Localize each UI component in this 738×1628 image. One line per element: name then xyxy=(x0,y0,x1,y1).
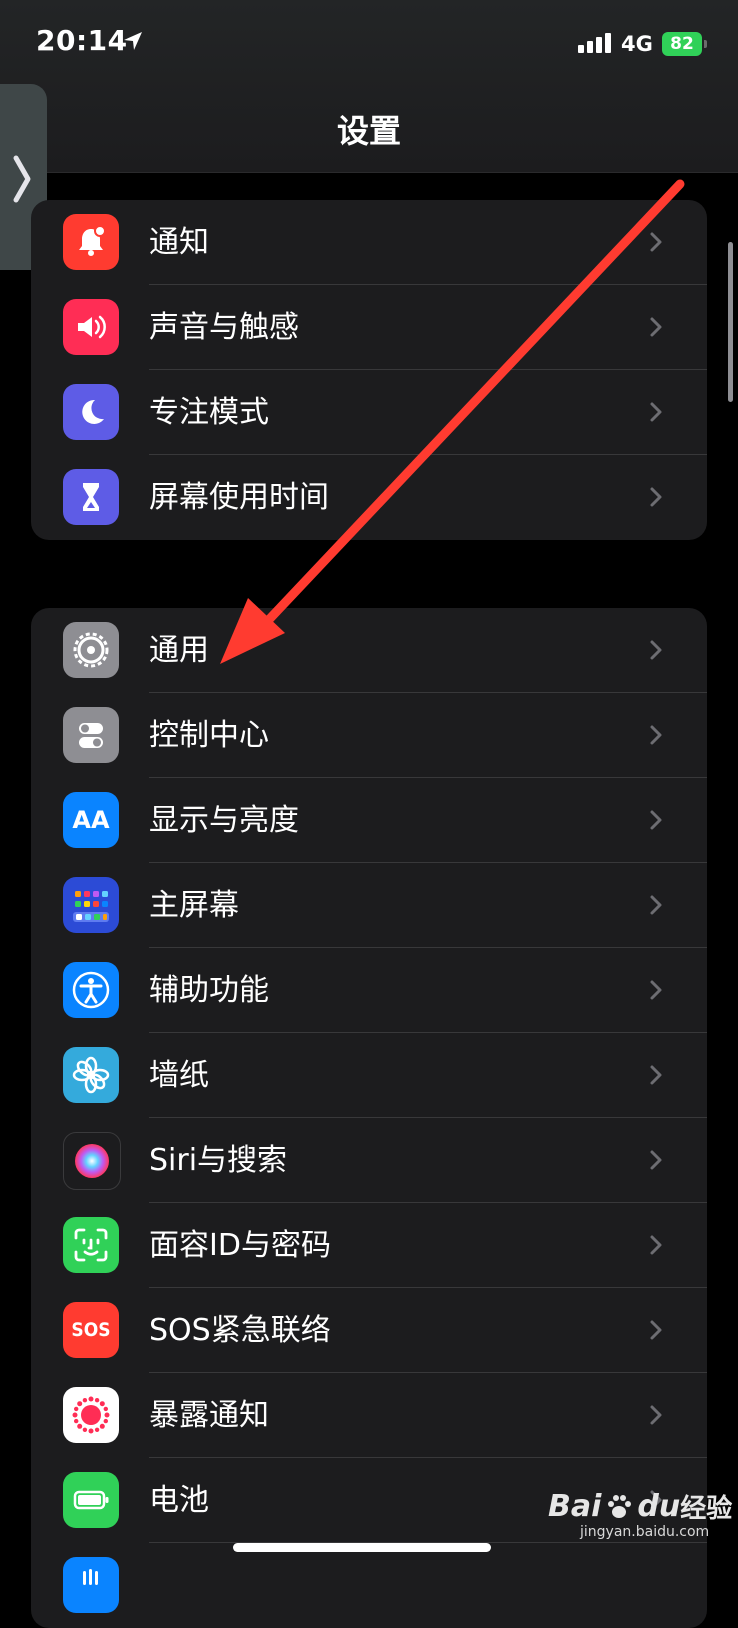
watermark-url: jingyan.baidu.com xyxy=(580,1524,710,1540)
watermark-brand-suffix: du xyxy=(637,1489,681,1524)
watermark-jingyan: 经验 xyxy=(680,1494,733,1524)
baidu-watermark: Bai du 经验 xyxy=(548,1488,732,1525)
annotation-arrow xyxy=(220,179,685,664)
home-indicator[interactable] xyxy=(233,1543,491,1552)
paw-icon xyxy=(608,1494,632,1518)
watermark-brand: Bai xyxy=(548,1489,602,1524)
